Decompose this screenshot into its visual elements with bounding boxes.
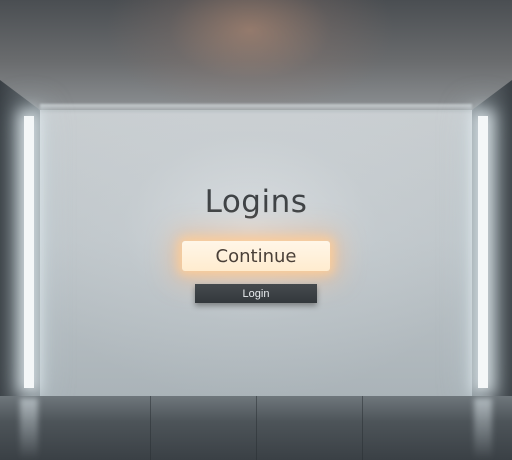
floor-seam (362, 396, 363, 460)
login-button[interactable]: Login (195, 284, 317, 303)
left-light-strip (24, 116, 34, 388)
floor-reflection-left (20, 398, 38, 460)
continue-button-label: Continue (215, 245, 297, 267)
continue-button[interactable]: Continue (182, 241, 330, 271)
left-wall (0, 80, 40, 410)
ceiling (0, 0, 512, 112)
page-title: Logins (204, 184, 308, 220)
floor-reflection-right (474, 398, 492, 460)
floor-seam (256, 396, 257, 460)
login-button-label: Login (242, 287, 270, 300)
login-scene: Logins Continue Login (0, 0, 512, 460)
right-light-strip (478, 116, 488, 388)
ceiling-edge (40, 104, 472, 112)
floor-seam (150, 396, 151, 460)
